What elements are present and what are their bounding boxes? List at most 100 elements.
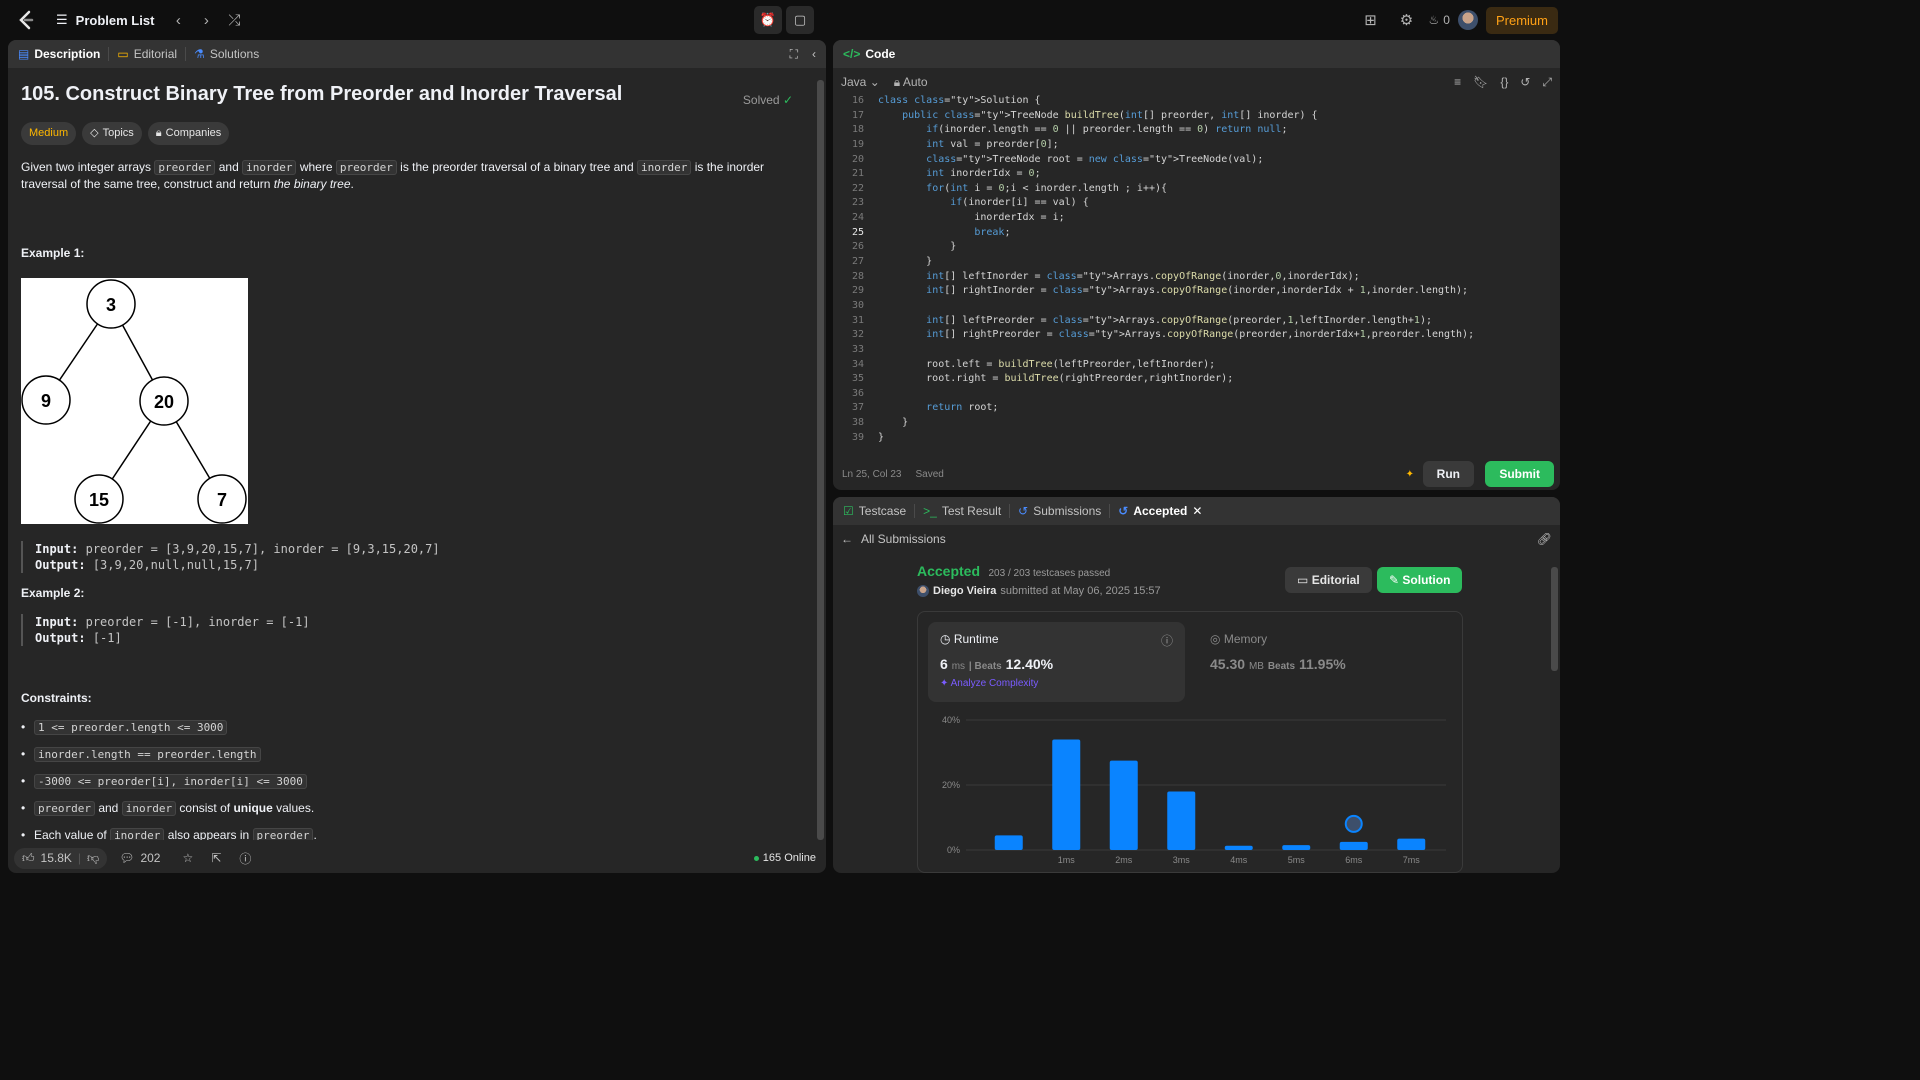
shuffle-icon[interactable]: ⤮ bbox=[220, 6, 248, 34]
x-tick-label: 6ms bbox=[1345, 855, 1363, 865]
problem-title: 105. Construct Binary Tree from Preorder… bbox=[21, 83, 623, 105]
description-scrollbar[interactable] bbox=[817, 80, 824, 840]
history-icon: ↺ bbox=[1018, 504, 1029, 518]
editorial-button[interactable]: ▭ Editorial bbox=[1285, 567, 1372, 593]
next-problem-icon[interactable]: › bbox=[192, 6, 220, 34]
tab-test-result[interactable]: >_ Test Result bbox=[923, 504, 1001, 518]
expand-icon[interactable]: ⤢ bbox=[1542, 75, 1552, 90]
code-line[interactable]: 34 root.left = buildTree(leftPreorder,le… bbox=[833, 358, 1560, 373]
code-line[interactable]: 31 int[] leftPreorder = class="ty">Array… bbox=[833, 314, 1560, 329]
thumbs-down-icon[interactable]: 👎︎ bbox=[87, 851, 99, 866]
chart-bar[interactable] bbox=[1282, 845, 1311, 850]
link-icon[interactable]: 🔗︎ bbox=[1537, 532, 1552, 546]
companies-badge[interactable]: 🔒︎ Companies bbox=[147, 122, 230, 145]
code-line[interactable]: 37 return root; bbox=[833, 401, 1560, 416]
chart-bar[interactable] bbox=[1109, 760, 1138, 850]
timer-icon[interactable]: ⏰ bbox=[754, 6, 782, 34]
chart-bar[interactable] bbox=[994, 835, 1023, 850]
chart-bar[interactable] bbox=[1397, 838, 1426, 850]
code-line[interactable]: 39} bbox=[833, 431, 1560, 446]
runtime-card[interactable]: ◷ Runtime ⓘ 6 ms | Beats 12.40% ✦ Analyze… bbox=[928, 622, 1185, 702]
notes-icon[interactable]: ▢ bbox=[786, 6, 814, 34]
thumbs-up-icon[interactable]: 👍︎ bbox=[22, 851, 35, 866]
code-line[interactable]: 18 if(inorder.length == 0 || preorder.le… bbox=[833, 123, 1560, 138]
run-button[interactable]: Run bbox=[1422, 461, 1474, 487]
code-line[interactable]: 16 class class="ty">Solution { bbox=[833, 94, 1560, 109]
list-item: 1 <= preorder.length <= 3000 bbox=[21, 719, 803, 736]
help-icon[interactable]: ⓘ bbox=[239, 850, 251, 867]
y-tick-label: 40% bbox=[942, 715, 960, 725]
debug-icon[interactable]: ✦ bbox=[1406, 469, 1414, 480]
code-line[interactable]: 27 } bbox=[833, 255, 1560, 270]
code-line[interactable]: 29 int[] rightInorder = class="ty">Array… bbox=[833, 284, 1560, 299]
code-line[interactable]: 35 root.right = buildTree(rightPreorder,… bbox=[833, 372, 1560, 387]
checkbox-icon: ☑ bbox=[843, 504, 854, 518]
tab-testcase[interactable]: ☑ Testcase bbox=[843, 504, 906, 518]
code-line[interactable]: 17 public class="ty">TreeNode buildTree(… bbox=[833, 109, 1560, 124]
list-icon: ☰ bbox=[56, 12, 68, 27]
online-count: 165 Online bbox=[754, 852, 816, 864]
code-line[interactable]: 21 int inorderIdx = 0; bbox=[833, 167, 1560, 182]
tab-description[interactable]: ▤ Description bbox=[18, 47, 100, 61]
your-submission-marker[interactable] bbox=[1344, 814, 1363, 833]
tree-node-20: 20 bbox=[154, 392, 174, 412]
x-tick-label: 7ms bbox=[1403, 855, 1421, 865]
submit-button[interactable]: Submit bbox=[1485, 461, 1554, 487]
layout-grid-icon[interactable]: ⊞ bbox=[1357, 6, 1385, 34]
line-number: 21 bbox=[851, 168, 864, 180]
comments-button[interactable]: 💬︎ 202 bbox=[119, 851, 160, 865]
leetcode-logo-icon[interactable] bbox=[12, 6, 40, 34]
code-line[interactable]: 24 inorderIdx = i; bbox=[833, 211, 1560, 226]
code-line[interactable]: 30 bbox=[833, 299, 1560, 314]
all-submissions-link[interactable]: All Submissions bbox=[861, 532, 946, 546]
bookmark-icon[interactable]: 🔖︎ bbox=[1473, 75, 1488, 90]
star-icon[interactable]: ☆ bbox=[182, 851, 193, 865]
auto-mode-toggle[interactable]: 🔒︎ Auto bbox=[894, 75, 928, 90]
analyze-complexity-link[interactable]: ✦ Analyze Complexity bbox=[940, 678, 1173, 689]
code-editor[interactable]: 16 class class="ty">Solution {17 public c… bbox=[833, 94, 1560, 445]
top-bar: ☰ Problem List ‹ › ⤮ ⏰ ▢ ⊞ ⚙ ♨ 0 Premium bbox=[0, 0, 1568, 40]
chart-bar[interactable] bbox=[1339, 841, 1368, 850]
braces-icon[interactable]: {} bbox=[1500, 75, 1508, 90]
code-line[interactable]: 25 break; bbox=[833, 226, 1560, 241]
format-icon[interactable]: ≡ bbox=[1454, 75, 1461, 90]
code-line[interactable]: 38 } bbox=[833, 416, 1560, 431]
streak-counter[interactable]: ♨ 0 bbox=[1429, 13, 1450, 27]
memory-card[interactable]: ◎ Memory 45.30 MB Beats 11.95% bbox=[1198, 622, 1455, 702]
tab-submissions[interactable]: ↺ Submissions bbox=[1018, 504, 1101, 518]
code-line[interactable]: 28 int[] leftInorder = class="ty">Arrays… bbox=[833, 270, 1560, 285]
code-line[interactable]: 36 bbox=[833, 387, 1560, 402]
code-line[interactable]: 20 class="ty">TreeNode root = new class=… bbox=[833, 153, 1560, 168]
tab-code[interactable]: </> Code bbox=[843, 47, 895, 61]
collapse-icon[interactable]: ‹ bbox=[812, 47, 816, 62]
chart-bar[interactable] bbox=[1167, 791, 1196, 851]
code-line[interactable]: 33 bbox=[833, 343, 1560, 358]
problem-list-button[interactable]: ☰ Problem List bbox=[56, 12, 154, 28]
code-text: break; bbox=[974, 226, 1011, 238]
share-icon[interactable]: ⇱ bbox=[211, 851, 221, 865]
user-avatar[interactable] bbox=[1457, 10, 1478, 30]
close-icon[interactable]: ✕ bbox=[1192, 504, 1202, 518]
tab-accepted[interactable]: ↺ Accepted ✕ bbox=[1118, 504, 1202, 518]
maximize-icon[interactable]: ⛶ bbox=[790, 47, 798, 62]
chart-bar[interactable] bbox=[1224, 845, 1253, 850]
code-line[interactable]: 32 int[] rightPreorder = class="ty">Arra… bbox=[833, 328, 1560, 343]
topics-badge[interactable]: ◇ Topics bbox=[82, 122, 142, 145]
code-line[interactable]: 19 int val = preorder[0]; bbox=[833, 138, 1560, 153]
language-select[interactable]: Java ⌄ bbox=[841, 75, 880, 89]
solution-button[interactable]: ✎ Solution bbox=[1377, 567, 1463, 593]
tab-editorial[interactable]: ▭ Editorial bbox=[117, 47, 177, 61]
premium-button[interactable]: Premium bbox=[1485, 6, 1558, 34]
code-line[interactable]: 26 } bbox=[833, 240, 1560, 255]
reset-icon[interactable]: ↺ bbox=[1520, 75, 1530, 90]
code-line[interactable]: 23 if(inorder[i] == val) { bbox=[833, 196, 1560, 211]
result-scrollbar[interactable] bbox=[1551, 567, 1558, 671]
settings-gear-icon[interactable]: ⚙ bbox=[1393, 6, 1421, 34]
prev-problem-icon[interactable]: ‹ bbox=[164, 6, 192, 34]
code-line[interactable]: 22 for(int i = 0;i < inorder.length ; i+… bbox=[833, 182, 1560, 197]
tab-solutions[interactable]: ⚗ Solutions bbox=[194, 47, 259, 61]
chart-bar[interactable] bbox=[1052, 739, 1081, 851]
example-1-heading: Example 1: bbox=[21, 246, 85, 260]
difficulty-badge[interactable]: Medium bbox=[21, 122, 77, 145]
arrow-left-icon[interactable]: ← bbox=[841, 532, 853, 546]
